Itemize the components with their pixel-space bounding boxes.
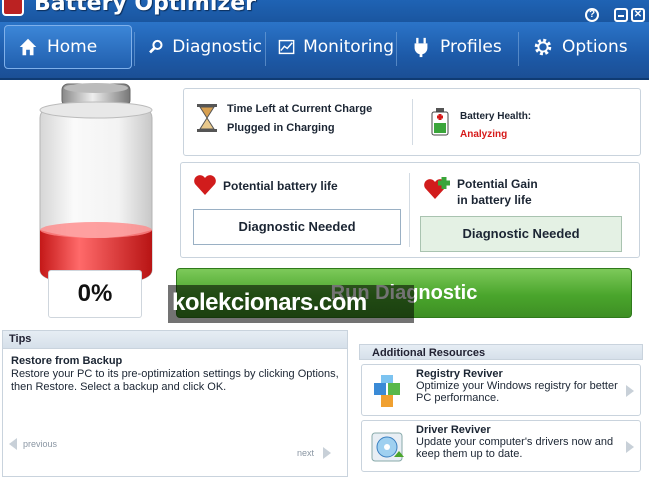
tips-header: Tips [3, 331, 347, 349]
tab-divider [518, 32, 519, 66]
potential-life-value: Diagnostic Needed [193, 209, 401, 245]
watermark-text: kolekcionars.com [172, 289, 367, 316]
tips-panel: Tips Restore from Backup Restore your PC… [2, 330, 348, 477]
tab-label: Monitoring [303, 37, 394, 57]
resource-driver-reviver[interactable]: Driver Reviver Update your computer's dr… [361, 420, 641, 472]
tip-body: Restore your PC to its pre-optimization … [11, 368, 339, 393]
heart-icon [194, 175, 216, 195]
main-nav: Home Diagnostic Monitoring Profiles Opti… [0, 22, 649, 80]
registry-cube-icon [374, 375, 400, 407]
previous-arrow-icon[interactable] [9, 438, 17, 450]
resource-title: Registry Reviver [416, 368, 503, 380]
tab-label: Diagnostic [172, 37, 262, 57]
minimize-icon [618, 15, 624, 17]
potential-gain-value: Diagnostic Needed [420, 216, 622, 252]
magnifier-icon [149, 39, 163, 54]
resources-header: Additional Resources [359, 344, 643, 360]
home-icon [19, 38, 37, 56]
health-value: Analyzing [460, 129, 508, 140]
heart-plus-icon [424, 177, 450, 199]
minimize-button[interactable] [614, 8, 628, 22]
help-button[interactable]: ? [585, 8, 599, 22]
tab-label: Profiles [440, 37, 502, 57]
tab-profiles[interactable]: Profiles [398, 25, 516, 69]
potential-panel: Potential battery life Diagnostic Needed… [180, 162, 640, 258]
health-label: Battery Health: [460, 111, 532, 122]
potential-gain-label: Potential Gain [457, 177, 538, 191]
tab-label: Home [47, 37, 98, 57]
plug-icon [414, 37, 428, 58]
resource-title: Driver Reviver [416, 424, 491, 436]
close-button[interactable]: ✕ [631, 8, 645, 22]
status-panel: Time Left at Current Charge Plugged in C… [183, 88, 641, 156]
gear-icon [534, 38, 552, 56]
next-link[interactable]: next [297, 448, 314, 458]
time-left-label: Time Left at Current Charge [227, 103, 373, 115]
divider [409, 173, 410, 247]
next-arrow-icon[interactable] [323, 447, 331, 459]
tab-diagnostic[interactable]: Diagnostic [136, 25, 262, 69]
tip-title: Restore from Backup [11, 355, 123, 367]
resource-registry-reviver[interactable]: Registry Reviver Optimize your Windows r… [361, 364, 641, 416]
battery-health-icon [431, 108, 449, 136]
driver-disc-icon [371, 432, 404, 462]
title-bar: Battery Optimizer ? ✕ [0, 0, 649, 22]
tab-options[interactable]: Options [520, 25, 648, 69]
potential-gain-label-2: in battery life [457, 193, 532, 207]
tab-home[interactable]: Home [4, 25, 132, 69]
hourglass-icon [197, 104, 217, 132]
tab-label: Options [562, 37, 628, 57]
battery-percent: 0% [48, 270, 142, 318]
app-title: Battery Optimizer [34, 0, 256, 16]
resource-desc: Optimize your Windows registry for bette… [416, 380, 618, 404]
previous-link[interactable]: previous [23, 439, 57, 449]
chevron-right-icon [626, 385, 634, 397]
resource-desc: Update your computer's drivers now and k… [416, 436, 614, 460]
tab-divider [396, 32, 397, 66]
potential-life-label: Potential battery life [223, 179, 338, 193]
plugged-status: Plugged in Charging [227, 122, 335, 134]
additional-resources-panel: Additional Resources Registry Reviver Op… [359, 344, 643, 475]
tab-monitoring[interactable]: Monitoring [266, 25, 394, 69]
monitor-chart-icon [278, 39, 295, 55]
chevron-right-icon [626, 441, 634, 453]
battery-graphic: 0% [34, 80, 158, 324]
tab-divider [134, 32, 135, 66]
divider [412, 99, 413, 145]
app-logo-icon [2, 0, 24, 16]
